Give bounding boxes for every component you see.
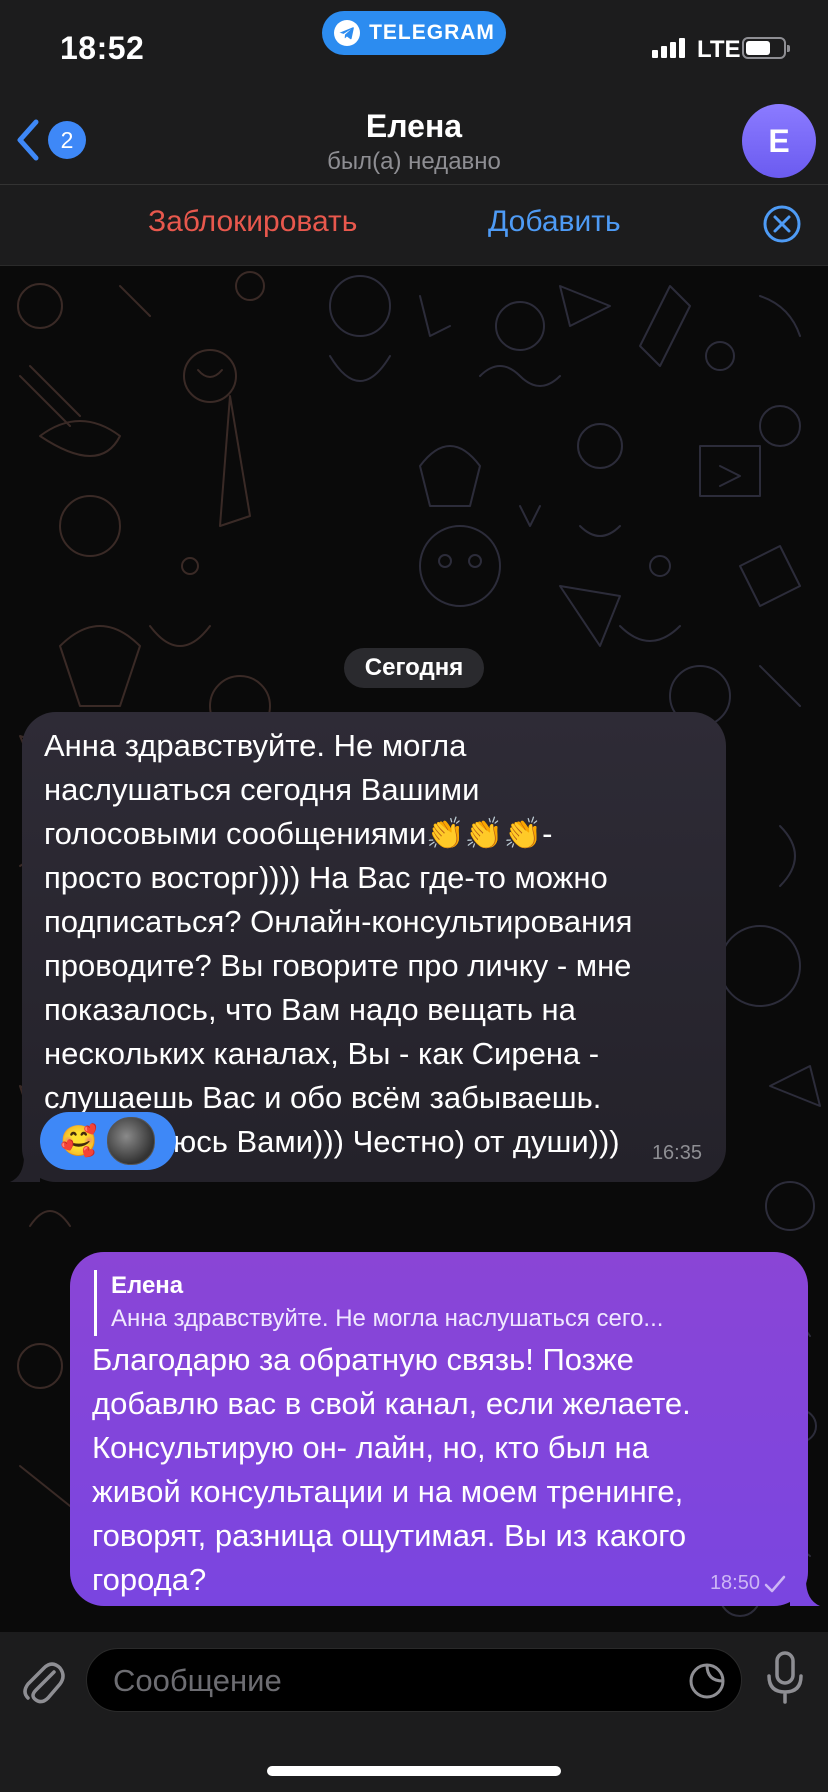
reply-text: Анна здравствуйте. Не могла наслушаться … [111, 1305, 664, 1332]
status-time: 18:52 [60, 30, 145, 66]
chat-header: 2 Елена был(а) недавно E [0, 100, 828, 185]
contact-avatar[interactable]: E [742, 104, 816, 178]
block-button[interactable]: Заблокировать [148, 205, 357, 239]
contact-action-bar: Заблокировать Добавить [0, 185, 828, 266]
reactor-avatar [107, 1117, 156, 1165]
bubble-tail [10, 1156, 40, 1182]
smiling-hearts-emoji-icon: 🥰 [60, 1124, 98, 1158]
message-time: 16:35 [651, 1142, 702, 1164]
add-contact-button[interactable]: Добавить [488, 205, 621, 239]
telegram-pill-label: TELEGRAM [369, 21, 495, 44]
home-indicator[interactable] [267, 1766, 561, 1776]
reaction-chip[interactable]: 🥰 [40, 1112, 176, 1170]
signal-icon [652, 38, 685, 58]
telegram-pill[interactable]: TELEGRAM [322, 11, 506, 55]
chat-area[interactable]: Сегодня Анна здравствуйте. Не могла насл… [0, 266, 828, 1632]
outgoing-message[interactable]: Елена Анна здравствуйте. Не могла наслуш… [70, 1252, 820, 1606]
telegram-logo-icon [334, 20, 361, 46]
message-meta: 18:50 [710, 1572, 786, 1595]
contact-status: был(а) недавно [327, 148, 501, 175]
reply-author: Елена [111, 1272, 184, 1299]
battery-icon [742, 37, 790, 59]
message-text: Благодарю за обратную связь! Позже добав… [92, 1342, 691, 1597]
message-input-field[interactable] [86, 1648, 742, 1712]
incoming-message[interactable]: Анна здравствуйте. Не могла наслушаться … [10, 712, 726, 1182]
reply-preview[interactable]: Елена Анна здравствуйте. Не могла наслуш… [94, 1270, 791, 1336]
sticker-icon[interactable] [687, 1661, 727, 1701]
contact-name[interactable]: Елена [0, 108, 828, 145]
status-bar: 18:52 TELEGRAM LTE [0, 0, 828, 100]
bubble-tail [790, 1580, 820, 1606]
date-separator: Сегодня [344, 648, 484, 688]
microphone-icon[interactable] [764, 1650, 806, 1706]
paperclip-icon[interactable] [20, 1654, 66, 1706]
message-time: 18:50 [709, 1572, 760, 1594]
network-type: LTE [697, 36, 741, 63]
close-icon[interactable] [762, 204, 802, 244]
message-text: Анна здравствуйте. Не могла наслушаться … [44, 728, 633, 1159]
message-input[interactable] [111, 1657, 655, 1705]
check-icon [764, 1575, 786, 1592]
